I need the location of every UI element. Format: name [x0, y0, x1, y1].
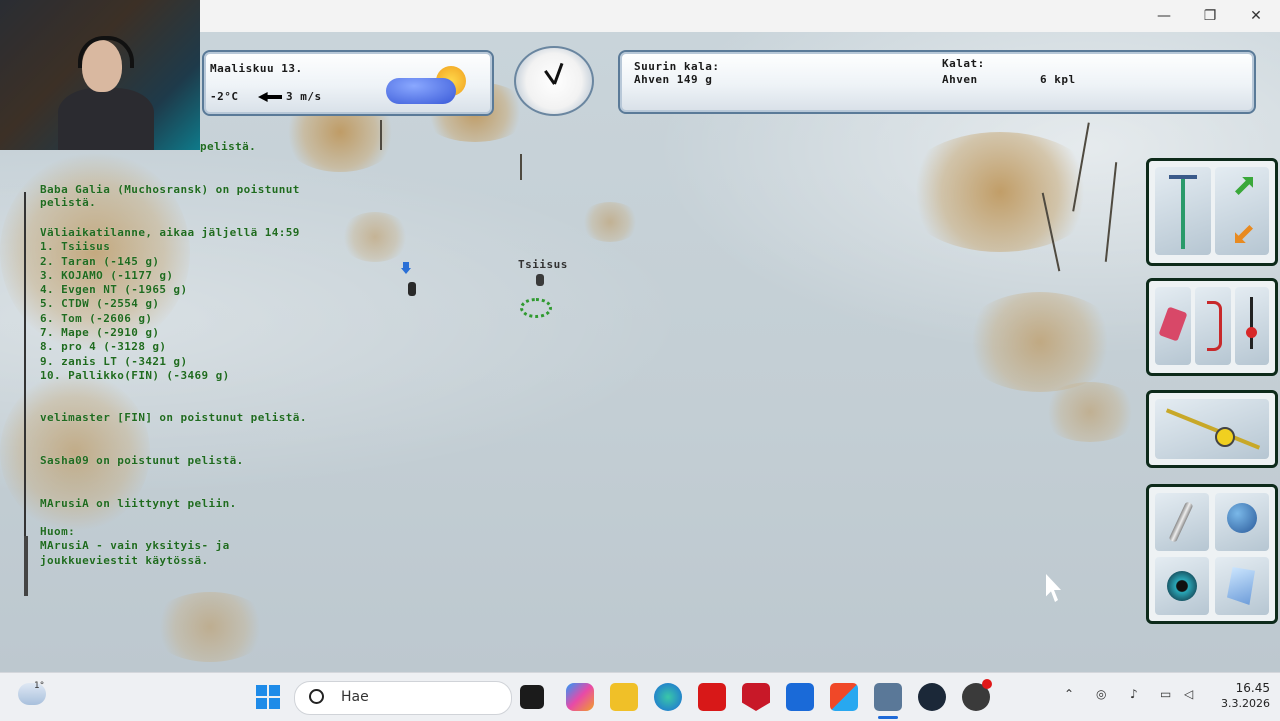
microphone-icon[interactable]: ♪	[1130, 687, 1138, 701]
shrub	[340, 212, 410, 262]
display-icon[interactable]: ▭	[1160, 687, 1171, 701]
shrub	[900, 132, 1100, 252]
task-view-icon[interactable]	[520, 685, 544, 709]
fishing-hole-icon[interactable]	[520, 298, 552, 318]
microsoft-store-icon[interactable]	[830, 683, 858, 711]
chat-standings: Väliaikatilanne, aikaa jäljellä 14:59 1.…	[40, 226, 300, 382]
clock-date[interactable]: 3.3.2026	[1200, 697, 1270, 710]
catch-panel: Suurin kala: Ahven 149 g Kalat: Ahven 6 …	[618, 50, 1256, 114]
tool-panel-tackle	[1146, 278, 1278, 376]
shrub	[580, 202, 640, 242]
other-player-figure[interactable]	[408, 282, 416, 296]
tree	[1104, 162, 1118, 262]
arrows-icon[interactable]	[1215, 167, 1269, 255]
biggest-fish-label: Suurin kala:	[634, 60, 720, 73]
partly-sunny-icon	[386, 64, 470, 106]
browser-icon[interactable]	[962, 679, 992, 711]
chat-scrollbar[interactable]	[24, 192, 34, 596]
ice-shard-icon[interactable]	[1215, 557, 1269, 615]
tool-panel-rod	[1146, 390, 1278, 468]
lastpass-icon[interactable]	[698, 683, 726, 711]
outlook-icon[interactable]	[786, 683, 814, 711]
close-button[interactable]: ✕	[1244, 6, 1268, 26]
wind-speed-label: 3 m/s	[286, 90, 322, 103]
active-app-indicator	[878, 716, 898, 719]
biggest-fish-value: Ahven 149 g	[634, 73, 713, 86]
restore-button[interactable]: ❐	[1198, 6, 1222, 26]
chat-line: Sasha09 on poistunut pelistä.	[40, 454, 244, 467]
chat-scroll-thumb[interactable]	[24, 536, 28, 596]
player-name-label: Tsiisus	[518, 258, 568, 271]
network-globe-icon[interactable]: ◎	[1096, 687, 1106, 701]
search-placeholder: Hae	[341, 689, 369, 705]
eye-icon[interactable]	[1155, 557, 1209, 615]
tool-panel-drill	[1146, 158, 1278, 266]
taskbar: 1° Hae ⌃ ◎ ♪ ▭ ◁ 16.45 3.3.2026	[0, 672, 1280, 721]
mouse-cursor-icon	[1046, 574, 1061, 602]
tray-overflow-icon[interactable]: ⌃	[1064, 687, 1074, 701]
date-label: Maaliskuu 13.	[210, 62, 303, 75]
wind-direction-icon	[258, 92, 282, 102]
temperature-label: -2°C	[210, 90, 239, 103]
hook-icon[interactable]	[1195, 287, 1231, 365]
fish-count-label: Kalat:	[942, 57, 985, 70]
shrub	[150, 592, 270, 662]
lure-box-icon[interactable]	[1155, 287, 1191, 365]
fishing-rod-icon[interactable]	[1155, 399, 1269, 459]
chat-line: pelistä.	[200, 140, 257, 153]
shrub	[960, 292, 1120, 392]
fish-count: 6 kpl	[1040, 73, 1076, 86]
volume-icon[interactable]: ◁	[1184, 687, 1193, 701]
mcafee-icon[interactable]	[742, 683, 770, 711]
weather-widget-temp: 1°	[34, 681, 45, 691]
edge-icon[interactable]	[654, 683, 682, 711]
search-icon	[309, 689, 324, 704]
player-figure[interactable]	[536, 274, 544, 286]
file-explorer-icon[interactable]	[610, 683, 638, 711]
chat-line: MArusiA on liittynyt peliin.	[40, 497, 237, 510]
tree	[380, 120, 382, 150]
start-icon[interactable]	[254, 683, 282, 711]
minimize-button[interactable]: —	[1152, 6, 1176, 26]
game-icon[interactable]	[874, 683, 902, 711]
search-bar[interactable]: Hae	[294, 681, 512, 715]
globe-icon[interactable]	[1215, 493, 1269, 551]
tree	[520, 154, 522, 180]
steam-icon[interactable]	[918, 683, 946, 711]
shrub	[1040, 382, 1140, 442]
knife-icon[interactable]	[1155, 493, 1209, 551]
chat-line: Baba Galia (Muchosransk) on poistunut pe…	[40, 183, 300, 209]
clock-icon	[514, 46, 594, 116]
marker-arrow-icon	[401, 262, 411, 274]
clock-time[interactable]: 16.45	[1210, 681, 1270, 695]
weather-panel: Maaliskuu 13. -2°C 3 m/s	[202, 50, 494, 116]
chat-notice: Huom: MArusiA - vain yksityis- ja joukku…	[40, 525, 230, 567]
webcam-overlay	[0, 0, 200, 150]
tool-panel-misc	[1146, 484, 1278, 624]
chat-line: velimaster [FIN] on poistunut pelistä.	[40, 411, 307, 424]
fish-name: Ahven	[942, 73, 978, 86]
ice-drill-icon[interactable]	[1155, 167, 1211, 255]
float-icon[interactable]	[1235, 287, 1269, 365]
copilot-icon[interactable]	[566, 683, 594, 711]
